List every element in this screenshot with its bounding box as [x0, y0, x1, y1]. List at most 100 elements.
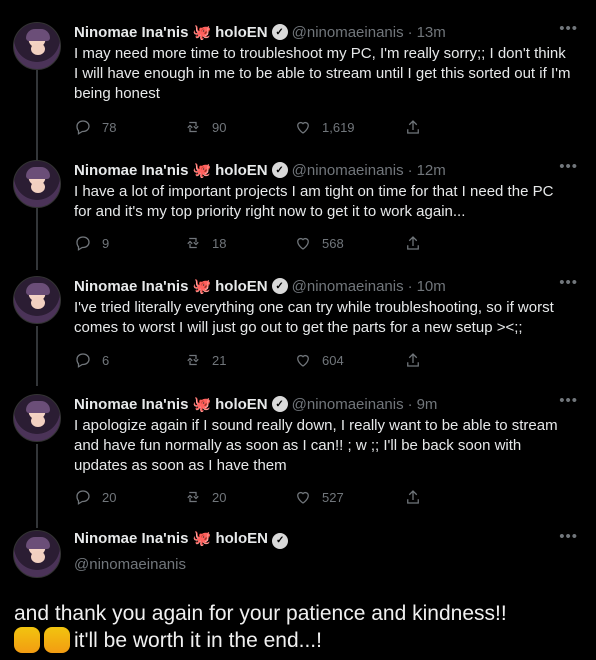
tweet-header: Ninomae Ina'nis 🐙 holoEN ✓ @ninomaeinani…: [74, 160, 446, 180]
share-button[interactable]: [404, 118, 514, 136]
retweet-button[interactable]: 18: [184, 234, 294, 252]
tweet-text-line-2: it'll be worth it in the end...!: [14, 627, 574, 654]
share-icon: [407, 490, 419, 504]
reply-count: 9: [102, 235, 110, 251]
tweet-text: and thank you again for your patience an…: [14, 600, 574, 654]
reply-button[interactable]: 9: [74, 234, 184, 252]
timestamp[interactable]: 10m: [417, 278, 446, 295]
tweet-actions: 20 20 527: [74, 488, 514, 506]
retweet-count: 90: [212, 119, 227, 135]
retweet-count: 21: [212, 352, 227, 368]
tweet[interactable]: Ninomae Ina'nis 🐙 holoEN ✓ @ninomaeinani…: [0, 158, 596, 260]
octopus-emoji-icon: 🐙: [192, 161, 212, 179]
tweet[interactable]: Ninomae Ina'nis 🐙 holoEN ✓ @ninomaeinani…: [0, 392, 596, 514]
bowing-person-emoji-icon: [44, 627, 70, 653]
share-button[interactable]: [404, 234, 514, 252]
retweet-button[interactable]: 21: [184, 351, 294, 369]
like-count: 1,619: [322, 119, 355, 135]
reply-button[interactable]: 20: [74, 488, 184, 506]
bowing-person-emoji-icon: [14, 627, 40, 653]
tweet-thread: Ninomae Ina'nis 🐙 holoEN ✓ @ninomaeinani…: [0, 0, 596, 660]
like-button[interactable]: 527: [294, 488, 404, 506]
handle[interactable]: @ninomaeinanis: [292, 24, 404, 41]
retweet-count: 18: [212, 235, 227, 251]
display-name[interactable]: Ninomae Ina'nis: [74, 24, 188, 41]
like-button[interactable]: 1,619: [294, 118, 404, 136]
verified-badge-icon: ✓: [272, 532, 289, 549]
display-name[interactable]: Ninomae Ina'nis: [74, 278, 188, 295]
reply-count: 78: [102, 119, 117, 135]
tweet-text-line-1: and thank you again for your patience an…: [14, 602, 507, 625]
tweet-text: I apologize again if I sound really down…: [74, 417, 558, 474]
reply-button[interactable]: 6: [74, 351, 184, 369]
retweet-button[interactable]: 90: [184, 118, 294, 136]
octopus-emoji-icon: 🐙: [192, 395, 212, 413]
more-options-icon[interactable]: •••: [559, 274, 578, 291]
separator-dot: ·: [407, 395, 413, 413]
tweet[interactable]: Ninomae Ina'nis 🐙 holoEN ✓ @ninomaeinani…: [0, 20, 596, 142]
octopus-emoji-icon: 🐙: [192, 23, 212, 41]
display-name[interactable]: Ninomae Ina'nis: [74, 396, 188, 413]
handle[interactable]: @ninomaeinanis: [292, 162, 404, 179]
handle[interactable]: @ninomaeinanis: [74, 556, 186, 573]
more-options-icon[interactable]: •••: [559, 158, 578, 175]
reply-icon: [76, 120, 90, 135]
more-options-icon[interactable]: •••: [559, 20, 578, 37]
reply-icon: [76, 236, 90, 251]
timestamp[interactable]: 9m: [417, 396, 438, 413]
display-name[interactable]: Ninomae Ina'nis: [74, 162, 188, 179]
avatar[interactable]: [13, 394, 61, 442]
timestamp[interactable]: 12m: [417, 162, 446, 179]
share-button[interactable]: [404, 351, 514, 369]
brand-name[interactable]: holoEN: [215, 396, 268, 413]
reply-icon: [76, 490, 90, 505]
heart-icon: [297, 237, 309, 250]
verified-badge-icon: ✓: [271, 278, 288, 294]
heart-icon: [297, 354, 309, 367]
like-count: 604: [322, 352, 344, 368]
heart-icon: [297, 121, 309, 134]
reply-button[interactable]: 78: [74, 118, 184, 136]
verified-badge-icon: ✓: [271, 24, 288, 40]
avatar[interactable]: [13, 22, 61, 70]
tweet-text: I may need more time to troubleshoot my …: [74, 45, 571, 102]
reply-count: 20: [102, 489, 117, 505]
brand-name[interactable]: holoEN: [215, 24, 268, 41]
focused-tweet[interactable]: Ninomae Ina'nis 🐙 holoEN ✓ @ninomaeinani…: [0, 528, 596, 660]
reply-icon: [76, 353, 90, 368]
retweet-icon: [187, 121, 199, 133]
verified-badge-icon: ✓: [271, 396, 288, 412]
more-options-icon[interactable]: •••: [559, 392, 578, 409]
like-count: 568: [322, 235, 344, 251]
retweet-icon: [187, 237, 199, 249]
like-button[interactable]: 568: [294, 234, 404, 252]
like-button[interactable]: 604: [294, 351, 404, 369]
share-button[interactable]: [404, 488, 514, 506]
more-options-icon[interactable]: •••: [559, 528, 578, 545]
share-icon: [407, 353, 419, 367]
tweet-actions: 9 18 568: [74, 234, 514, 252]
share-icon: [407, 236, 419, 250]
brand-name[interactable]: holoEN: [215, 162, 268, 179]
avatar[interactable]: [13, 160, 61, 208]
display-name[interactable]: Ninomae Ina'nis: [74, 530, 188, 547]
tweet[interactable]: Ninomae Ina'nis 🐙 holoEN ✓ @ninomaeinani…: [0, 274, 596, 376]
brand-name[interactable]: holoEN: [215, 530, 268, 547]
tweet-actions: 78 90 1,619: [74, 118, 514, 136]
handle[interactable]: @ninomaeinanis: [292, 278, 404, 295]
handle[interactable]: @ninomaeinanis: [292, 396, 404, 413]
timestamp[interactable]: 13m: [417, 24, 446, 41]
separator-dot: ·: [407, 277, 413, 295]
avatar[interactable]: [13, 530, 61, 578]
tweet-text-line-2-content: it'll be worth it in the end...!: [74, 629, 322, 652]
tweet-header: Ninomae Ina'nis 🐙 holoEN ✓ @ninomaeinani…: [74, 394, 437, 414]
brand-name[interactable]: holoEN: [215, 278, 268, 295]
tweet-header: Ninomae Ina'nis 🐙 holoEN ✓ @ninomaeinani…: [74, 22, 446, 42]
retweet-count: 20: [212, 489, 227, 505]
like-count: 527: [322, 489, 344, 505]
retweet-button[interactable]: 20: [184, 488, 294, 506]
retweet-icon: [187, 491, 199, 503]
separator-dot: ·: [407, 23, 413, 41]
avatar[interactable]: [13, 276, 61, 324]
tweet-actions: 6 21 604: [74, 351, 514, 369]
